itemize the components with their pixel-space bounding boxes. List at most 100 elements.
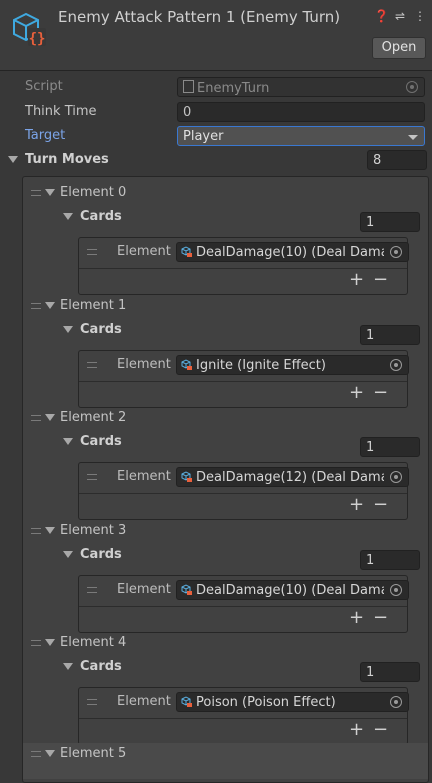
card-object-field[interactable]: DealDamage(10) (Deal Damage Effect) — [176, 242, 409, 262]
turn-moves-count[interactable]: 8 — [367, 150, 427, 170]
cards-count[interactable]: 1 — [360, 549, 420, 570]
cards-label: Cards — [80, 209, 122, 224]
foldout-arrow-icon[interactable] — [45, 414, 55, 421]
cards-list: Element Poison (Poison Effect) + − — [78, 687, 409, 745]
script-value: EnemyTurn — [197, 81, 270, 96]
remove-button[interactable]: − — [373, 269, 388, 290]
turn-moves-label: Turn Moves — [25, 152, 109, 167]
foldout-arrow-icon[interactable] — [8, 156, 18, 163]
remove-button[interactable]: − — [373, 382, 388, 403]
cards-label: Cards — [80, 321, 122, 337]
foldout-arrow-icon[interactable] — [63, 663, 73, 670]
card-object-field[interactable]: Ignite (Ignite Effect) — [176, 354, 409, 375]
add-button[interactable]: + — [349, 494, 364, 515]
drag-handle-icon[interactable] — [31, 190, 41, 196]
script-label: Script — [25, 79, 63, 94]
list-item: Element Poison (Poison Effect) — [79, 688, 409, 719]
card-element-label: Element — [117, 469, 171, 484]
drag-handle-icon[interactable] — [87, 474, 97, 480]
foldout-arrow-icon[interactable] — [45, 526, 55, 534]
drag-handle-icon[interactable] — [31, 415, 41, 421]
add-button[interactable]: + — [349, 607, 364, 628]
turn-moves-list: Element 0 Cards 1 Element DealDamage(10)… — [22, 176, 429, 783]
add-button[interactable]: + — [349, 382, 364, 403]
cards-label: Cards — [80, 659, 122, 674]
open-button[interactable]: Open — [372, 37, 426, 59]
card-element-label: Element — [117, 694, 171, 709]
list-item: Element Ignite (Ignite Effect) — [79, 351, 409, 382]
add-button[interactable]: + — [349, 269, 364, 290]
remove-button[interactable]: − — [373, 607, 388, 628]
foldout-arrow-icon[interactable] — [63, 438, 73, 445]
script-row: Script EnemyTurn — [0, 76, 432, 98]
list-item: Element DealDamage(10) (Deal Damage Effe… — [79, 238, 409, 269]
cards-count[interactable]: 1 — [360, 324, 420, 345]
list-item: Element DealDamage(12) (Deal Damage Effe… — [79, 463, 409, 494]
list-element[interactable]: Element 2 Cards 1 Element DealDamage(12)… — [23, 407, 428, 520]
list-element[interactable]: Element 4 Cards 1 Element Poison (Poison… — [23, 632, 428, 745]
foldout-arrow-icon[interactable] — [45, 189, 55, 196]
foldout-arrow-icon[interactable] — [45, 750, 55, 757]
think-time-label: Think Time — [25, 104, 97, 119]
more-menu-icon[interactable]: ⋮ — [414, 9, 426, 23]
script-field: EnemyTurn — [177, 77, 425, 97]
cards-count[interactable]: 1 — [360, 437, 420, 457]
foldout-arrow-icon[interactable] — [45, 639, 55, 646]
cards-label: Cards — [80, 434, 122, 449]
object-picker-icon[interactable] — [390, 246, 402, 258]
remove-button[interactable]: − — [373, 719, 388, 740]
element-label: Element 3 — [60, 522, 127, 538]
card-object-field[interactable]: Poison (Poison Effect) — [176, 692, 409, 712]
card-element-label: Element — [117, 356, 171, 372]
cards-count[interactable]: 1 — [360, 212, 420, 232]
drag-handle-icon[interactable] — [31, 302, 41, 309]
think-time-input[interactable]: 0 — [177, 102, 425, 122]
drag-handle-icon[interactable] — [87, 249, 97, 255]
scriptable-object-icon: {} — [13, 12, 46, 47]
list-element[interactable]: Element 0 Cards 1 Element DealDamage(10)… — [23, 182, 428, 295]
cards-list: Element DealDamage(10) (Deal Damage Effe… — [78, 574, 409, 633]
drag-handle-icon[interactable] — [87, 361, 97, 368]
remove-button[interactable]: − — [373, 494, 388, 515]
drag-handle-icon[interactable] — [31, 751, 41, 757]
inspector-header: {} Enemy Attack Pattern 1 (Enemy Turn) ❓… — [0, 0, 432, 71]
card-object-field[interactable]: DealDamage(12) (Deal Damage Effect) — [176, 467, 409, 487]
help-icon[interactable]: ❓ — [374, 9, 389, 23]
scriptable-object-icon — [181, 246, 192, 257]
foldout-arrow-icon[interactable] — [63, 213, 73, 220]
card-value: DealDamage(12) (Deal Damage Effect) — [196, 470, 384, 485]
cards-count[interactable]: 1 — [360, 662, 420, 682]
card-object-field[interactable]: DealDamage(10) (Deal Damage Effect) — [176, 579, 409, 600]
foldout-arrow-icon[interactable] — [63, 550, 73, 558]
drag-handle-icon[interactable] — [87, 586, 97, 593]
script-file-icon — [183, 80, 194, 93]
element-label: Element 5 — [60, 746, 127, 761]
cards-list: Element DealDamage(10) (Deal Damage Effe… — [78, 237, 409, 295]
object-picker-icon[interactable] — [390, 471, 402, 483]
preset-icon[interactable]: ⇌ — [394, 9, 406, 23]
foldout-arrow-icon[interactable] — [63, 325, 73, 333]
element-label: Element 0 — [60, 185, 127, 200]
think-time-row: Think Time 0 — [0, 101, 432, 123]
foldout-arrow-icon[interactable] — [45, 301, 55, 309]
target-dropdown[interactable]: Player — [177, 126, 425, 146]
add-button[interactable]: + — [349, 719, 364, 740]
card-value: Ignite (Ignite Effect) — [196, 357, 326, 373]
drag-handle-icon[interactable] — [31, 527, 41, 534]
svg-text:{}: {} — [29, 31, 46, 47]
inspector-title: Enemy Attack Pattern 1 (Enemy Turn) — [58, 8, 341, 26]
drag-handle-icon[interactable] — [31, 640, 41, 646]
object-picker-icon[interactable] — [390, 358, 402, 371]
list-element[interactable]: Element 5 — [23, 743, 428, 779]
drag-handle-icon[interactable] — [87, 699, 97, 705]
object-picker-icon[interactable] — [390, 583, 402, 596]
list-element[interactable]: Element 1 Cards 1 Element Ignite (Ignite… — [23, 295, 428, 408]
element-label: Element 4 — [60, 635, 127, 650]
element-label: Element 1 — [60, 297, 127, 313]
cards-list: Element DealDamage(12) (Deal Damage Effe… — [78, 462, 409, 520]
target-row: Target Player — [0, 125, 432, 147]
object-picker-icon[interactable] — [390, 696, 402, 708]
list-element[interactable]: Element 3 Cards 1 Element DealDamage(10)… — [23, 520, 428, 633]
list-item: Element DealDamage(10) (Deal Damage Effe… — [79, 576, 409, 607]
card-element-label: Element — [117, 244, 171, 259]
